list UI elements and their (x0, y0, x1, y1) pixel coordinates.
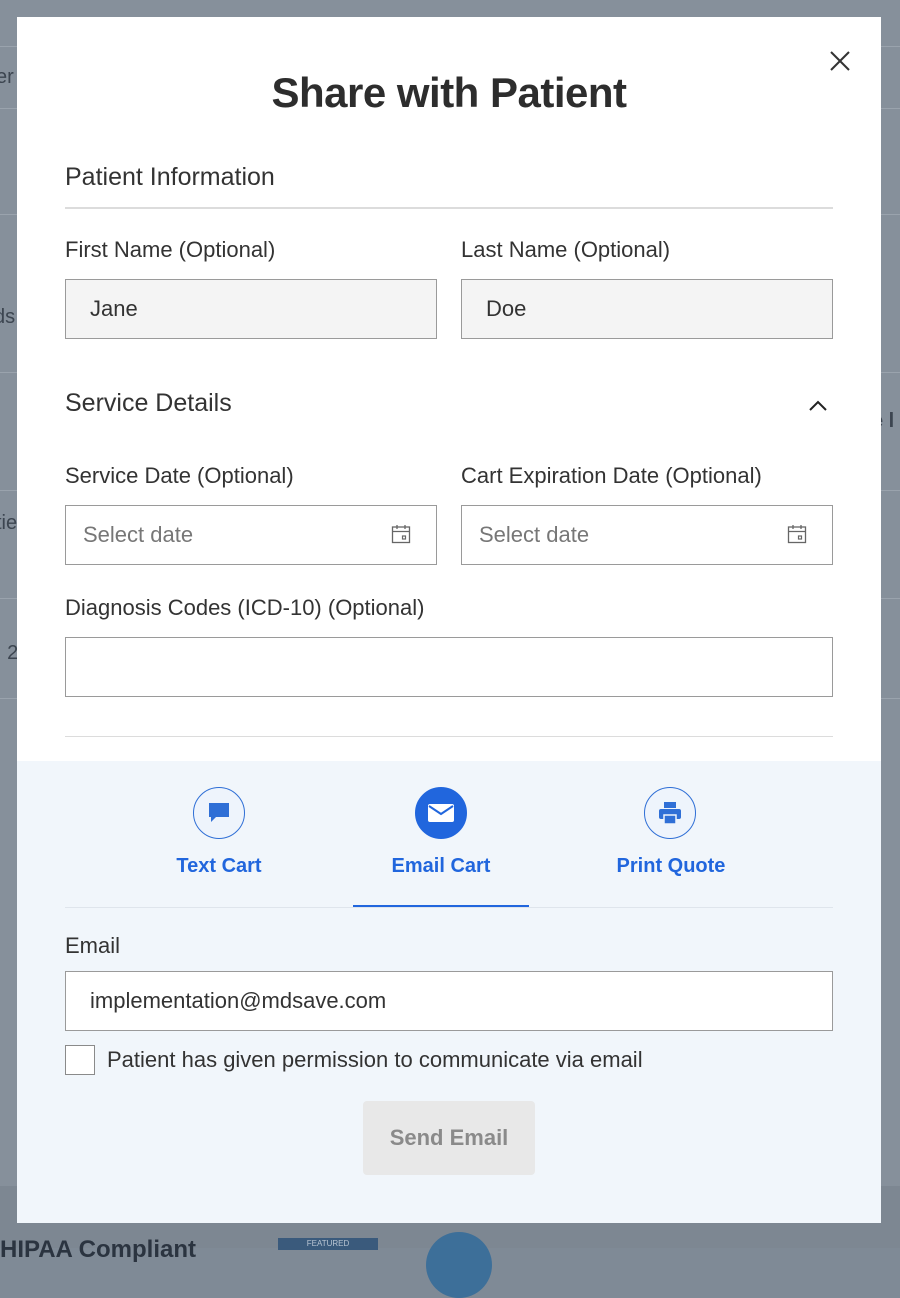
first-name-label: First Name (Optional) (65, 237, 276, 262)
bg-footer-text: HIPAA Compliant (0, 1236, 196, 1263)
section-divider (65, 207, 833, 209)
email-permission-label: Patient has given permission to communic… (107, 1047, 643, 1072)
last-name-input[interactable] (461, 279, 833, 339)
expiration-date-input[interactable] (461, 505, 833, 565)
tab-label: Print Quote (616, 855, 726, 877)
share-with-patient-modal: Share with Patient Patient Information F… (17, 17, 881, 1223)
first-name-input[interactable] (65, 279, 437, 339)
bg-text-fragment: tie (0, 512, 18, 534)
chevron-up-icon (809, 400, 827, 411)
tab-label: Email Cart (391, 855, 491, 877)
chat-bubble-icon (209, 803, 229, 822)
section-divider (65, 736, 833, 737)
tab-label: Text Cart (176, 855, 262, 877)
bg-featured-badge: FEATURED (278, 1238, 378, 1250)
envelope-icon (428, 804, 454, 822)
calendar-icon[interactable] (391, 524, 411, 544)
service-details-heading: Service Details (65, 389, 232, 417)
calendar-icon[interactable] (787, 524, 807, 544)
tab-email-cart[interactable]: Email Cart (353, 761, 529, 909)
tab-icon-circle (644, 787, 696, 839)
bg-text-fragment: , 2 (0, 642, 19, 664)
email-label: Email (65, 933, 121, 958)
expiration-date-label: Cart Expiration Date (Optional) (461, 463, 762, 488)
bg-seal (426, 1232, 492, 1298)
tab-text-cart[interactable]: Text Cart (139, 761, 299, 909)
email-input[interactable] (65, 971, 833, 1031)
service-date-input[interactable] (65, 505, 437, 565)
bg-text-fragment: er (0, 66, 14, 88)
tab-icon-circle (415, 787, 467, 839)
modal-title: Share with Patient (271, 69, 627, 116)
email-permission-checkbox[interactable] (65, 1045, 95, 1075)
service-date-label: Service Date (Optional) (65, 463, 294, 488)
tab-print-quote[interactable]: Print Quote (591, 761, 751, 909)
diagnosis-codes-label: Diagnosis Codes (ICD-10) (Optional) (65, 595, 425, 620)
expiration-date-picker (461, 505, 833, 565)
service-details-toggle[interactable] (807, 397, 829, 413)
last-name-label: Last Name (Optional) (461, 237, 671, 262)
send-email-button[interactable]: Send Email (363, 1101, 535, 1175)
printer-icon (659, 802, 681, 825)
service-date-picker (65, 505, 437, 565)
tabs-divider (65, 907, 833, 908)
tab-icon-circle (193, 787, 245, 839)
share-options-panel: Text Cart Email Cart Print Quote Email i… (17, 761, 881, 1223)
diagnosis-codes-input[interactable] (65, 637, 833, 697)
bg-text-fragment: ds (0, 306, 16, 328)
patient-information-heading: Patient Information (65, 163, 275, 191)
